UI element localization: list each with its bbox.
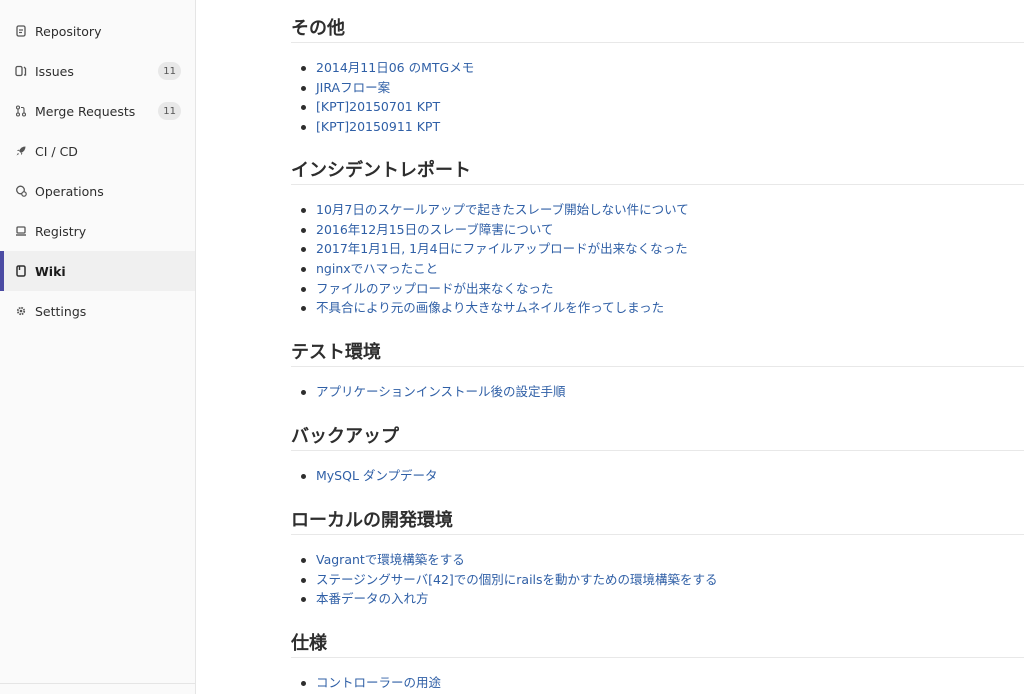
section-specification: 仕様 コントローラーの用途 xyxy=(291,630,1024,693)
operations-icon xyxy=(15,185,27,197)
list-item: 2014月11日06 のMTGメモ xyxy=(291,58,1024,78)
sidebar-item-label: Registry xyxy=(35,223,87,239)
wiki-link[interactable]: ステージングサーバ[42]での個別にrailsを動かすための環境構築をする xyxy=(316,572,718,587)
wiki-link[interactable]: Vagrantで環境構築をする xyxy=(316,552,465,567)
sidebar: Repository Issues 11 Merge Requests 11 C… xyxy=(0,0,196,694)
wiki-link[interactable]: 不具合により元の画像より大きなサムネイルを作ってしまった xyxy=(316,300,664,315)
list-item: [KPT]20150701 KPT xyxy=(291,97,1024,117)
sidebar-item-label: Merge Requests xyxy=(35,103,136,119)
sidebar-item-merge-requests[interactable]: Merge Requests 11 xyxy=(0,91,195,131)
list-item: ステージングサーバ[42]での個別にrailsを動かすための環境構築をする xyxy=(291,570,1024,590)
wiki-link[interactable]: ファイルのアップロードが出来なくなった xyxy=(316,281,554,296)
section-heading: その他 xyxy=(291,15,1024,43)
list-item: 本番データの入れ方 xyxy=(291,589,1024,609)
section-heading: インシデントレポート xyxy=(291,157,1024,185)
repository-icon xyxy=(15,25,27,37)
link-list: MySQL ダンプデータ xyxy=(291,466,1024,486)
sidebar-divider xyxy=(0,683,195,684)
merge-request-icon xyxy=(15,105,27,117)
sidebar-item-settings[interactable]: Settings xyxy=(0,291,195,331)
link-list: Vagrantで環境構築をする ステージングサーバ[42]での個別にrailsを… xyxy=(291,550,1024,609)
sidebar-item-label: CI / CD xyxy=(35,143,78,159)
rocket-icon xyxy=(15,145,27,157)
registry-icon xyxy=(15,225,27,237)
sidebar-item-label: Issues xyxy=(35,63,74,79)
section-incident-report: インシデントレポート 10月7日のスケールアップで起きたスレーブ開始しない件につ… xyxy=(291,157,1024,318)
gear-icon xyxy=(15,305,27,317)
wiki-link[interactable]: [KPT]20150701 KPT xyxy=(316,99,440,114)
wiki-link[interactable]: 本番データの入れ方 xyxy=(316,591,429,606)
sidebar-item-operations[interactable]: Operations xyxy=(0,171,195,211)
wiki-link[interactable]: 2014月11日06 のMTGメモ xyxy=(316,60,474,75)
wiki-link[interactable]: 2017年1月1日, 1月4日にファイルアップロードが出来なくなった xyxy=(316,241,688,256)
sidebar-item-label: Settings xyxy=(35,303,87,319)
sidebar-item-ci-cd[interactable]: CI / CD xyxy=(0,131,195,171)
wiki-link[interactable]: nginxでハマったこと xyxy=(316,261,438,276)
sidebar-item-label: Repository xyxy=(35,23,102,39)
link-list: アプリケーションインストール後の設定手順 xyxy=(291,382,1024,402)
section-local-dev-environment: ローカルの開発環境 Vagrantで環境構築をする ステージングサーバ[42]で… xyxy=(291,507,1024,609)
link-list: 2014月11日06 のMTGメモ JIRAフロー案 [KPT]20150701… xyxy=(291,58,1024,137)
list-item: アプリケーションインストール後の設定手順 xyxy=(291,382,1024,402)
section-other: その他 2014月11日06 のMTGメモ JIRAフロー案 [KPT]2015… xyxy=(291,15,1024,137)
sidebar-item-issues[interactable]: Issues 11 xyxy=(0,51,195,91)
list-item: コントローラーの用途 xyxy=(291,673,1024,693)
wiki-icon xyxy=(15,265,27,277)
wiki-link[interactable]: JIRAフロー案 xyxy=(316,80,390,95)
section-heading: バックアップ xyxy=(291,423,1024,451)
wiki-link[interactable]: アプリケーションインストール後の設定手順 xyxy=(316,384,566,399)
list-item: 不具合により元の画像より大きなサムネイルを作ってしまった xyxy=(291,298,1024,318)
list-item: MySQL ダンプデータ xyxy=(291,466,1024,486)
list-item: JIRAフロー案 xyxy=(291,78,1024,98)
section-test-environment: テスト環境 アプリケーションインストール後の設定手順 xyxy=(291,339,1024,402)
wiki-link[interactable]: MySQL ダンプデータ xyxy=(316,468,438,483)
wiki-link[interactable]: 10月7日のスケールアップで起きたスレーブ開始しない件について xyxy=(316,202,689,217)
section-backup: バックアップ MySQL ダンプデータ xyxy=(291,423,1024,486)
issues-count-badge: 11 xyxy=(158,62,181,80)
list-item: 10月7日のスケールアップで起きたスレーブ開始しない件について xyxy=(291,200,1024,220)
merge-requests-count-badge: 11 xyxy=(158,102,181,120)
sidebar-item-label: Wiki xyxy=(35,263,66,279)
list-item: ファイルのアップロードが出来なくなった xyxy=(291,279,1024,299)
sidebar-item-registry[interactable]: Registry xyxy=(0,211,195,251)
wiki-link[interactable]: コントローラーの用途 xyxy=(316,675,441,690)
list-item: Vagrantで環境構築をする xyxy=(291,550,1024,570)
sidebar-item-label: Operations xyxy=(35,183,104,199)
link-list: コントローラーの用途 xyxy=(291,673,1024,693)
sidebar-item-repository[interactable]: Repository xyxy=(0,11,195,51)
list-item: nginxでハマったこと xyxy=(291,259,1024,279)
sidebar-item-wiki[interactable]: Wiki xyxy=(0,251,195,291)
section-heading: テスト環境 xyxy=(291,339,1024,367)
list-item: 2016年12月15日のスレーブ障害について xyxy=(291,220,1024,240)
list-item: [KPT]20150911 KPT xyxy=(291,117,1024,137)
wiki-link[interactable]: 2016年12月15日のスレーブ障害について xyxy=(316,222,554,237)
link-list: 10月7日のスケールアップで起きたスレーブ開始しない件について 2016年12月… xyxy=(291,200,1024,318)
list-item: 2017年1月1日, 1月4日にファイルアップロードが出来なくなった xyxy=(291,239,1024,259)
issues-icon xyxy=(15,65,27,77)
section-heading: ローカルの開発環境 xyxy=(291,507,1024,535)
wiki-link[interactable]: [KPT]20150911 KPT xyxy=(316,119,440,134)
section-heading: 仕様 xyxy=(291,630,1024,658)
